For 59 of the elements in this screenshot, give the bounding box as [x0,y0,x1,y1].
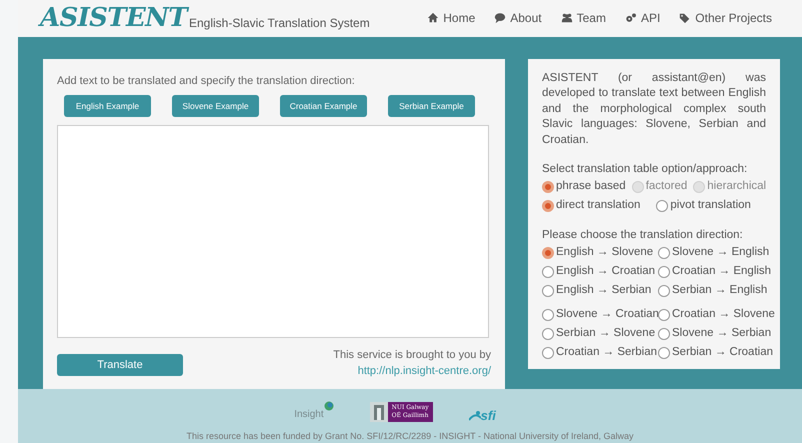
option-label: Serbian → Slovene [556,326,656,341]
credit-text: This service is brought to you by [333,348,491,363]
nav-link[interactable]: Team [560,9,606,28]
text-input[interactable] [57,125,489,338]
home-icon [427,12,440,24]
radio-button[interactable] [658,308,670,320]
option-label: Croatian → Slovene [672,306,775,322]
example-button[interactable]: Slovene Example [172,95,259,117]
option-label: Serbian → English [672,282,768,298]
example-button[interactable]: English Example [64,95,151,117]
option-label: Serbian → Croatian [672,344,773,360]
radio-button[interactable] [658,346,670,358]
radio-button[interactable] [542,266,554,278]
speech-bubble-icon [494,12,506,24]
radio-button[interactable] [542,246,554,258]
sfi-logo: sfi [468,408,496,422]
option-label: pivot translation [670,198,751,213]
approach-label: Select translation table option/approach: [542,162,748,177]
direction-label: Please choose the translation direction: [542,228,744,243]
radio-button[interactable] [542,284,554,296]
option-label: Slovene → Croatian [556,306,659,322]
nav-link[interactable]: API [624,9,660,28]
option-label: direct translation [556,198,640,213]
radio-button[interactable] [658,266,670,278]
radio-button[interactable] [542,180,554,192]
option-label: English → Slovene [556,244,654,260]
radio-button[interactable] [658,284,670,296]
radio-button[interactable] [658,328,670,340]
credit-link[interactable]: http://nlp.insight-centre.org/ [358,363,491,379]
radio-button[interactable] [542,346,554,358]
site-subtitle: English-Slavic Translation System [188,16,370,32]
insight-logo: Insight [294,400,334,422]
users-icon [560,12,573,24]
gears-icon [624,12,637,24]
radio-button[interactable] [658,246,670,258]
radio-button[interactable] [542,200,554,212]
example-button[interactable]: Serbian Example [388,95,475,117]
translate-button[interactable]: Translate [57,354,183,376]
option-label: Croatian → English [672,264,772,279]
option-label: Slovene → Serbian [672,326,772,341]
nav-link[interactable]: Other Projects [679,9,772,28]
option-label: Slovene → English [672,244,770,260]
option-label: Croatian → Serbian [556,344,657,360]
instruction-text: Add text to be translated and specify the translation direction: [57,74,356,88]
radio-button[interactable] [656,200,668,212]
option-label: English → Serbian [556,282,652,298]
nav-link[interactable]: Home [427,9,476,28]
example-button[interactable]: Croatian Example [280,95,367,117]
option-label: phrase based [556,178,626,194]
option-label: factored [646,178,688,194]
radio-button[interactable] [542,308,554,320]
logo[interactable]: ASISTENT [40,5,187,32]
nav-link[interactable]: About [494,9,542,28]
tags-icon [679,12,692,24]
option-label: hierarchical [707,178,766,194]
option-label: English → Croatian [556,264,656,279]
description-text: ASISTENT (or assistant@en) was developed to translate text between English and the morphological complex south Slavic languages: Slovene, Serbian and Croatian. [542,70,766,148]
funding-text: This resource has been funded by Grant No. SFI/12/RC/2289 - INSIGHT - National University of Ireland, Galway [186,430,634,443]
radio-button[interactable] [542,328,554,340]
